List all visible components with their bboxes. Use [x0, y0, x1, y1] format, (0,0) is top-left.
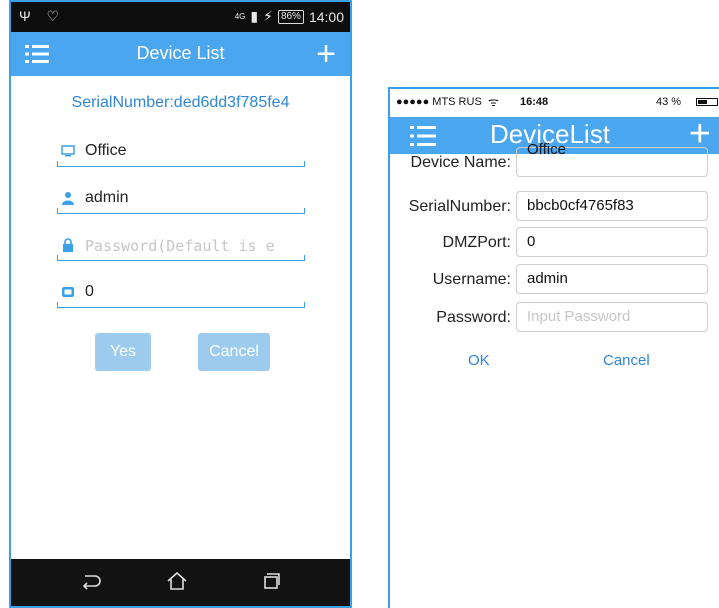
- back-icon[interactable]: [79, 573, 101, 591]
- device-name-field[interactable]: Office: [57, 140, 305, 167]
- username-input[interactable]: admin: [516, 264, 708, 294]
- home-icon[interactable]: [166, 571, 188, 591]
- battery-label: 43 %: [656, 96, 682, 108]
- network-label: 4G: [234, 12, 246, 21]
- signal-icon: ▮: [250, 8, 259, 24]
- port-value: 0: [85, 283, 94, 300]
- serial-number-input[interactable]: bbcb0cf4765f83: [516, 191, 708, 221]
- serial-number-label: SerialNumber:: [408, 198, 511, 215]
- device-name-value: Office: [85, 142, 127, 159]
- username-field[interactable]: admin: [57, 187, 305, 214]
- navigation-bar: [11, 559, 350, 606]
- recent-apps-icon[interactable]: [261, 572, 281, 590]
- password-field[interactable]: Password(Default is e: [57, 234, 305, 261]
- battery-icon: [696, 98, 718, 106]
- port-field[interactable]: 0: [57, 281, 305, 308]
- status-time: 16:48: [520, 96, 549, 108]
- username-row: Username: admin: [390, 264, 719, 298]
- status-bar: Ψ ♡ 4G ▮ ⚡ 86% 14:00: [11, 2, 350, 32]
- status-time: 14:00: [308, 8, 344, 25]
- serial-number: SerialNumber:ded6dd3f785fe4: [71, 94, 290, 111]
- carrier-label: ●●●●● MTS RUS: [396, 96, 482, 108]
- ios-screen: ●●●●● MTS RUS ᯤ 16:48 43 % DeviceList + …: [388, 87, 719, 608]
- battery-badge: 86%: [277, 9, 304, 24]
- charging-icon: ⚡: [263, 8, 273, 24]
- dmz-port-label: DMZPort:: [442, 234, 511, 251]
- device-name-input[interactable]: Office: [516, 141, 708, 177]
- password-label: Password:: [436, 309, 511, 326]
- add-icon[interactable]: +: [316, 37, 336, 71]
- username-value: admin: [85, 189, 129, 206]
- page-title: Device List: [136, 43, 225, 63]
- monitor-icon: [61, 145, 75, 157]
- title-bar: Device List +: [11, 32, 350, 76]
- cancel-button[interactable]: Cancel: [198, 333, 270, 371]
- cancel-button[interactable]: Cancel: [603, 352, 650, 369]
- wifi-icon: ᯤ: [488, 95, 499, 109]
- password-input[interactable]: Input Password: [516, 302, 708, 332]
- dmz-port-input[interactable]: 0: [516, 227, 708, 257]
- notification-icons: Ψ ♡: [19, 8, 66, 24]
- ok-button[interactable]: OK: [468, 352, 490, 369]
- device-name-row: Device Name: Office: [390, 141, 719, 181]
- dmz-port-row: DMZPort: 0: [390, 227, 719, 261]
- yes-button[interactable]: Yes: [95, 333, 151, 371]
- port-icon: [62, 287, 74, 297]
- serial-number-row: SerialNumber: bbcb0cf4765f83: [390, 191, 719, 225]
- password-placeholder: Password(Default is e: [85, 237, 275, 255]
- android-screen: Ψ ♡ 4G ▮ ⚡ 86% 14:00 Device List + Seria…: [9, 0, 352, 608]
- password-row: Password: Input Password: [390, 302, 719, 336]
- user-icon: [62, 192, 74, 205]
- username-label: Username:: [432, 271, 511, 288]
- menu-icon[interactable]: [410, 125, 436, 147]
- lock-icon: [63, 238, 73, 252]
- status-bar: ●●●●● MTS RUS ᯤ 16:48 43 %: [390, 89, 719, 117]
